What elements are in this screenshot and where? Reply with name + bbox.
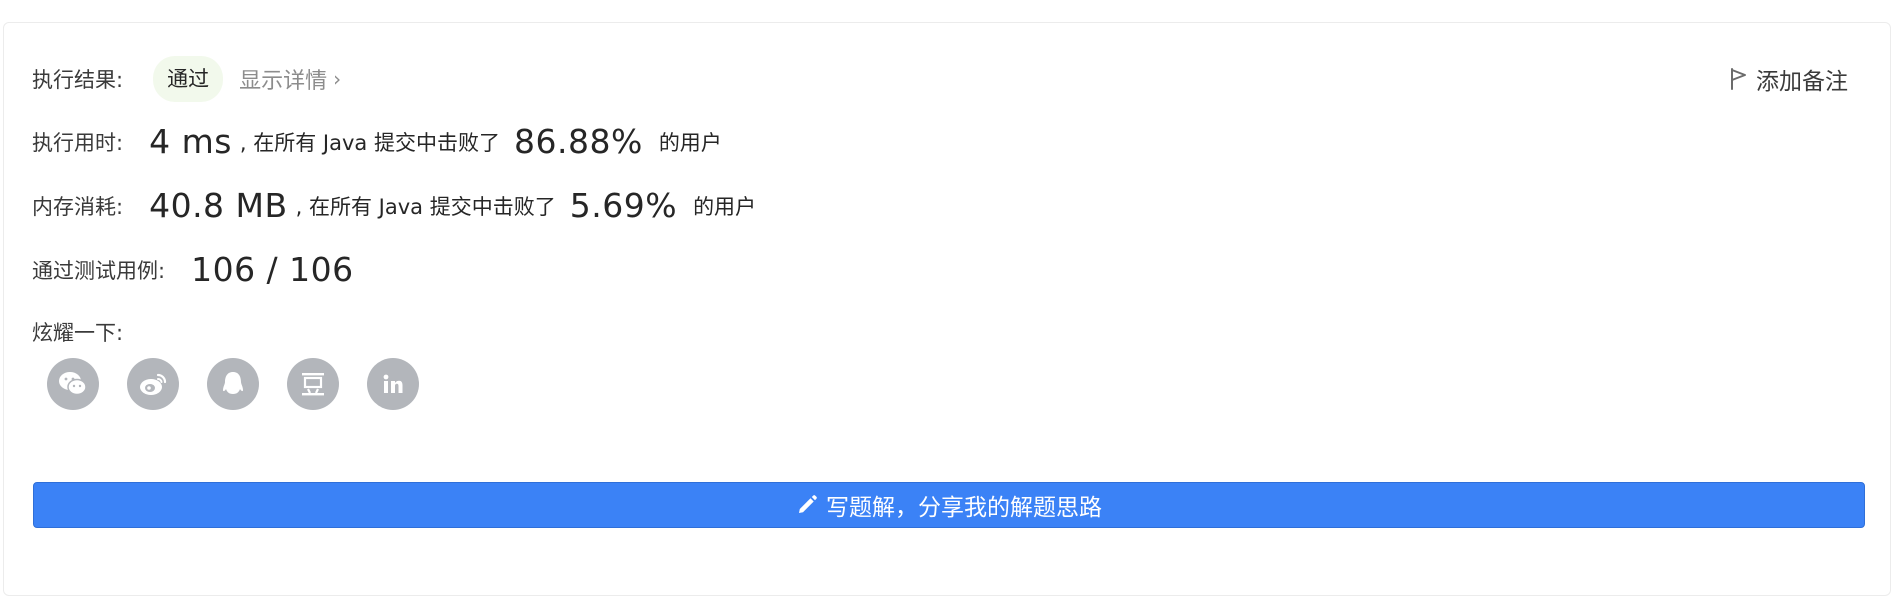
runtime-value: 4 ms — [149, 122, 232, 161]
share-qq-button[interactable] — [207, 358, 259, 410]
testcases-label: 通过测试用例: — [32, 258, 166, 283]
show-details-link[interactable]: 显示详情 › — [239, 63, 341, 95]
memory-beat-text: , 在所有 Java 提交中击败了 — [295, 194, 556, 219]
show-details-label: 显示详情 — [239, 69, 328, 94]
runtime-suffix: 的用户 — [658, 130, 722, 155]
share-buttons — [47, 358, 447, 410]
testcases-value: 106 / 106 — [191, 250, 354, 289]
add-note-button[interactable]: 添加备注 — [1730, 62, 1848, 96]
add-note-label: 添加备注 — [1756, 69, 1848, 95]
memory-label: 内存消耗: — [32, 194, 124, 219]
runtime-beat-text: , 在所有 Java 提交中击败了 — [239, 130, 500, 155]
memory-value: 40.8 MB — [149, 186, 288, 225]
runtime-row: 执行用时: 4 ms , 在所有 Java 提交中击败了 86.88% 的用户 — [32, 122, 722, 161]
write-solution-button[interactable]: 写题解，分享我的解题思路 — [33, 482, 1865, 528]
testcases-row: 通过测试用例: 106 / 106 — [32, 250, 354, 289]
status-badge: 通过 — [153, 56, 224, 102]
share-douban-button[interactable] — [287, 358, 339, 410]
chevron-right-icon: › — [333, 67, 342, 91]
runtime-label: 执行用时: — [32, 130, 124, 155]
share-label: 炫耀一下: — [32, 321, 124, 345]
memory-row: 内存消耗: 40.8 MB , 在所有 Java 提交中击败了 5.69% 的用… — [32, 186, 756, 225]
memory-percent: 5.69% — [569, 186, 678, 225]
flag-icon — [1731, 68, 1746, 90]
share-linkedin-button[interactable] — [367, 358, 419, 410]
result-label: 执行结果: — [32, 68, 124, 92]
weibo-icon — [140, 373, 167, 395]
douban-icon — [302, 373, 324, 396]
memory-suffix: 的用户 — [693, 194, 757, 219]
share-weibo-button[interactable] — [127, 358, 179, 410]
linkedin-icon — [383, 374, 403, 393]
runtime-percent: 86.88% — [513, 122, 643, 161]
pencil-icon — [799, 495, 817, 513]
share-row-label: 炫耀一下: — [32, 317, 123, 347]
write-solution-label: 写题解，分享我的解题思路 — [826, 495, 1102, 521]
wechat-icon — [59, 372, 87, 396]
share-wechat-button[interactable] — [47, 358, 99, 410]
qq-icon — [223, 372, 243, 394]
result-row: 执行结果: 通过 显示详情 › — [32, 56, 341, 102]
